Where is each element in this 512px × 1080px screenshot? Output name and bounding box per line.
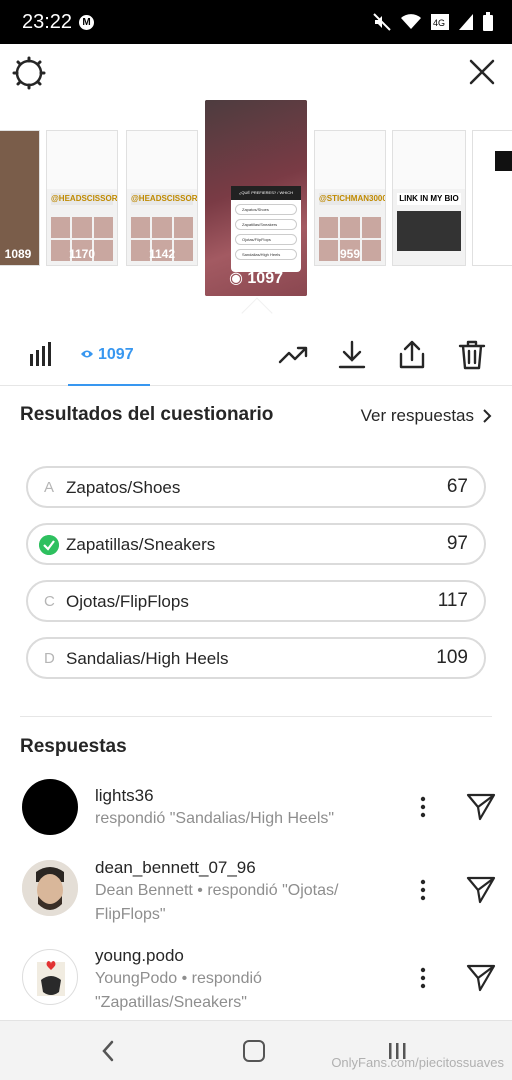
quiz-sticker-option: Ojotas/FlipFlops (235, 234, 297, 245)
more-options-icon[interactable] (414, 795, 432, 819)
response-detail: Dean Bennett • respondió "Ojotas/ FlipFl… (95, 882, 339, 923)
option-letter: C (44, 593, 55, 610)
option-label: Zapatos/Shoes (66, 478, 181, 497)
quiz-results-title: Resultados del cuestionario (20, 404, 274, 425)
option-count: 67 (446, 476, 468, 497)
thumbnail-banner: @HEADSCISSORSOLES (131, 193, 198, 205)
avatar[interactable] (22, 779, 78, 835)
signal-icon (459, 14, 473, 30)
option-label: Ojotas/FlipFlops (66, 592, 189, 611)
option-letter: D (44, 650, 55, 667)
correct-check-icon (39, 535, 59, 555)
status-time: 23:22 (22, 11, 73, 33)
chevron-right-icon (483, 409, 492, 423)
mute-icon (373, 13, 391, 31)
responses-title: Respuestas (20, 736, 127, 757)
active-thumbnail-views: ◉ 1097 (229, 270, 283, 287)
viewers-count: 1097 (98, 346, 134, 363)
send-direct-icon[interactable] (465, 790, 497, 822)
option-letter: A (44, 479, 55, 496)
response-detail: YoungPodo • respondió "Zapatillas/Sneake… (95, 970, 262, 1011)
story-insights-toolbar: 1097 (0, 326, 512, 386)
story-thumbnail[interactable]: @HEADSCISSORSOLES 1170 (46, 130, 118, 266)
quiz-sticker-header: ¿QUÉ PREFIERES? / WHICH PREFER? (231, 186, 301, 209)
back-chevron-icon[interactable] (100, 1039, 116, 1063)
see-answers-label: Ver respuestas (360, 406, 474, 425)
send-direct-icon[interactable] (465, 961, 497, 993)
settings-gear-icon[interactable] (12, 56, 46, 90)
delete-trash-icon[interactable] (457, 340, 487, 370)
quiz-sticker-option: Sandalias/High Heels (235, 249, 297, 260)
tab-viewers[interactable]: 1097 (68, 326, 150, 386)
thumbnail-views: 1170 (68, 247, 96, 261)
story-thumbnail[interactable]: @HEADSCISSORSOLES 1142 (126, 130, 198, 266)
story-thumbnail[interactable]: @STICHMAN3000 959 (314, 130, 386, 266)
svg-text:4G: 4G (433, 18, 445, 28)
option-count: 109 (436, 647, 468, 668)
avatar[interactable] (22, 860, 78, 916)
thumbnail-banner: LINK IN MY BIO (397, 193, 461, 205)
thumbnail-banner: @HEADSCISSORSOLES (51, 193, 118, 205)
m-badge-icon: M (79, 15, 94, 30)
story-thumbnail[interactable]: 1089 (0, 130, 40, 266)
home-button-icon[interactable] (243, 1040, 265, 1062)
response-username[interactable]: dean_bennett_07_96 (95, 858, 256, 878)
avatar[interactable] (22, 949, 78, 1005)
response-detail: respondió "Sandalias/High Heels" (95, 810, 335, 827)
story-thumbnail-active[interactable]: ¿QUÉ PREFIERES? / WHICH PREFER? Zapatos/… (205, 100, 307, 296)
share-icon[interactable] (397, 340, 427, 370)
thumbnail-views: 1142 (148, 247, 176, 261)
story-viewer-header: 1089 @HEADSCISSORSOLES 1170 @HEADSCISSOR… (0, 44, 512, 329)
response-row[interactable]: lights36 respondió "Sandalias/High Heels… (0, 772, 512, 852)
status-bar: 23:22 M 4G (0, 0, 512, 44)
trending-up-icon[interactable] (278, 340, 308, 370)
response-username[interactable]: lights36 (95, 786, 154, 806)
send-direct-icon[interactable] (465, 873, 497, 905)
section-divider (20, 716, 492, 717)
volte-icon: 4G (431, 14, 449, 30)
more-options-icon[interactable] (414, 966, 432, 990)
watermark: OnlyFans.com/piecitossuaves (331, 1055, 504, 1070)
eye-icon (81, 350, 93, 358)
close-icon[interactable] (468, 58, 496, 86)
option-label: Sandalias/High Heels (66, 649, 229, 668)
response-row[interactable]: young.podo YoungPodo • respondió "Zapati… (0, 940, 512, 1020)
story-thumbnail[interactable] (472, 130, 512, 266)
tab-underline (68, 384, 150, 386)
option-count: 97 (446, 533, 468, 554)
bar-chart-icon[interactable] (28, 342, 54, 368)
option-count: 117 (437, 590, 468, 611)
thumbnail-views: 959 (339, 247, 361, 261)
thumbnail-views: 1089 (4, 247, 32, 261)
quiz-option-b: Zapatillas/Sneakers 97 (26, 523, 486, 565)
quiz-option-d: D Sandalias/High Heels 109 (26, 637, 486, 679)
avatar-logo-icon (37, 961, 65, 996)
quiz-option-c: C Ojotas/FlipFlops 117 (26, 580, 486, 622)
quiz-sticker-option: Zapatillas/Sneakers (235, 219, 297, 230)
download-icon[interactable] (337, 340, 367, 370)
wifi-icon (401, 14, 421, 29)
response-row[interactable]: dean_bennett_07_96 Dean Bennett • respon… (0, 852, 512, 932)
quiz-sticker: ¿QUÉ PREFIERES? / WHICH PREFER? Zapatos/… (231, 186, 301, 272)
thumbnail-banner: @STICHMAN3000 (319, 193, 386, 205)
story-thumbnail[interactable]: LINK IN MY BIO (392, 130, 466, 266)
more-options-icon[interactable] (414, 878, 432, 902)
quiz-option-a: A Zapatos/Shoes 67 (26, 466, 486, 508)
eye-icon: ◉ (229, 270, 248, 287)
option-label: Zapatillas/Sneakers (66, 535, 216, 554)
avatar-photo-icon (22, 860, 78, 916)
see-answers-link[interactable]: Ver respuestas (361, 406, 492, 426)
android-nav-bar: OnlyFans.com/piecitossuaves (0, 1020, 512, 1080)
response-username[interactable]: young.podo (95, 946, 184, 966)
battery-icon (483, 12, 493, 31)
status-icons: 4G (372, 12, 494, 32)
